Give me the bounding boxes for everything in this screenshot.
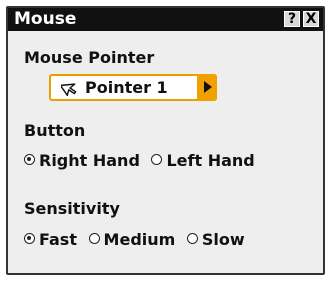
mouse-cursor-icon	[61, 83, 77, 97]
radio-selected-icon	[24, 233, 35, 244]
option-medium[interactable]: Medium	[88, 230, 175, 249]
option-left-hand[interactable]: Left Hand	[151, 151, 255, 170]
sensitivity-options: Fast Medium Slow	[24, 230, 251, 249]
option-slow[interactable]: Slow	[186, 230, 245, 249]
dialog-title: Mouse	[14, 9, 77, 29]
radio-unselected-icon	[151, 154, 163, 165]
help-button[interactable]: ?	[284, 11, 300, 27]
option-fast[interactable]: Fast	[24, 230, 77, 249]
pointer-selector[interactable]: Pointer 1	[49, 74, 217, 101]
close-button[interactable]: X	[303, 11, 319, 27]
sensitivity-label: Sensitivity	[24, 199, 120, 218]
mouse-pointer-label: Mouse Pointer	[24, 48, 155, 67]
mouse-dialog: Mouse ? X Mouse Pointer Pointer 1 Button…	[6, 6, 325, 275]
option-right-hand[interactable]: Right Hand	[24, 151, 140, 170]
radio-unselected-icon	[186, 233, 198, 244]
radio-selected-icon	[24, 154, 35, 165]
radio-unselected-icon	[88, 233, 100, 244]
button-options: Right Hand Left Hand	[24, 151, 261, 170]
title-bar: Mouse ? X	[8, 8, 323, 31]
pointer-value: Pointer 1	[85, 78, 168, 97]
button-label: Button	[24, 121, 86, 140]
next-arrow-button[interactable]	[197, 74, 217, 101]
